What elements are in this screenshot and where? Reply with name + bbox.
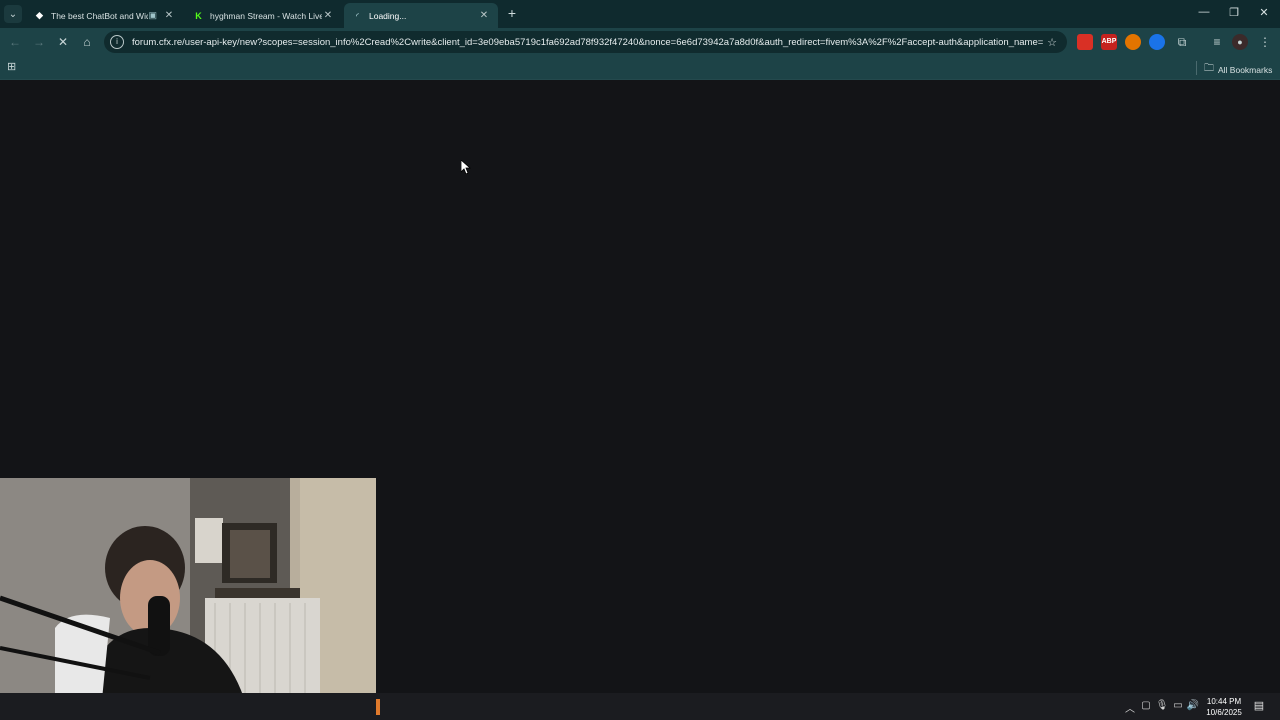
stop-loading-button[interactable]: ✕ bbox=[54, 33, 72, 51]
blue-extension-icon[interactable] bbox=[1149, 34, 1165, 50]
url-text[interactable]: forum.cfx.re/user-api-key/new?scopes=ses… bbox=[132, 37, 1043, 48]
folder-icon: 🗀 bbox=[1204, 63, 1214, 74]
close-icon[interactable]: ✕ bbox=[163, 10, 175, 21]
loading-spinner-icon: ◜ bbox=[356, 12, 359, 20]
tab-loading[interactable]: ◜ Loading... ✕ bbox=[344, 3, 498, 28]
browser-toolbar: ← → ✕ ⌂ i forum.cfx.re/user-api-key/new?… bbox=[0, 28, 1280, 56]
close-icon[interactable]: ✕ bbox=[478, 10, 490, 21]
all-bookmarks-label: All Bookmarks bbox=[1218, 64, 1273, 75]
tab-title: hyghman Stream - Watch Live o bbox=[210, 10, 322, 21]
webcam-overlay bbox=[0, 478, 376, 720]
adblock-plus-icon[interactable]: ABP bbox=[1101, 34, 1117, 50]
forward-button[interactable]: → bbox=[30, 33, 48, 51]
tab-chatbot[interactable]: ◆ The best ChatBot and Widg ▣ ✕ bbox=[26, 3, 183, 28]
kick-logo-icon: K bbox=[195, 10, 202, 21]
menu-kebab-icon[interactable]: ⋮ bbox=[1256, 33, 1274, 51]
clock-time: 10:44 PM bbox=[1206, 697, 1242, 706]
notification-icon[interactable]: ▤ bbox=[1252, 699, 1266, 713]
windows-taskbar: ︿ ▢ 🎙 ▭ 🔊 10:44 PM 10/6/2025 ▤ bbox=[0, 693, 1280, 720]
tab-title: Loading... bbox=[369, 10, 407, 21]
shield-extension-icon[interactable] bbox=[1077, 34, 1093, 50]
tab-strip: ⌄ ◆ The best ChatBot and Widg ▣ ✕ K hygh… bbox=[0, 0, 1280, 28]
all-bookmarks-button[interactable]: 🗀 All Bookmarks bbox=[1204, 61, 1272, 78]
site-info-icon[interactable]: i bbox=[110, 35, 124, 49]
bookmark-star-icon[interactable]: ☆ bbox=[1043, 36, 1061, 49]
restore-button[interactable]: ❐ bbox=[1226, 6, 1242, 19]
tab-search-button[interactable]: ⌄ bbox=[4, 5, 22, 23]
minimize-button[interactable]: — bbox=[1196, 6, 1212, 18]
network-icon[interactable]: ▭ bbox=[1171, 700, 1185, 711]
apps-grid-icon[interactable]: ⊞ bbox=[7, 61, 19, 73]
diamond-icon: ◆ bbox=[36, 10, 43, 20]
microphone-icon[interactable]: 🎙 bbox=[1155, 700, 1169, 711]
close-window-button[interactable]: ✕ bbox=[1256, 6, 1272, 19]
tab-hyghman-stream[interactable]: K hyghman Stream - Watch Live o ✕ bbox=[185, 3, 342, 28]
home-button[interactable]: ⌂ bbox=[78, 33, 96, 51]
volume-icon[interactable]: 🔊 bbox=[1186, 700, 1200, 711]
media-controls-icon[interactable]: ≡ bbox=[1208, 33, 1226, 51]
address-bar[interactable]: i forum.cfx.re/user-api-key/new?scopes=s… bbox=[104, 31, 1067, 53]
back-button[interactable]: ← bbox=[6, 33, 24, 51]
webcam-feed-image bbox=[0, 478, 376, 720]
tab-title: The best ChatBot and Widg bbox=[51, 10, 149, 21]
chevron-up-icon[interactable]: ︿ bbox=[1123, 700, 1137, 715]
clock-date: 10/6/2025 bbox=[1206, 708, 1242, 717]
taskbar-clock[interactable]: 10:44 PM 10/6/2025 bbox=[1200, 696, 1248, 718]
profile-avatar[interactable]: ● bbox=[1232, 34, 1248, 50]
bookmarks-divider bbox=[1196, 61, 1197, 75]
close-icon[interactable]: ✕ bbox=[322, 10, 334, 21]
orange-extension-icon[interactable] bbox=[1125, 34, 1141, 50]
extensions-puzzle-icon[interactable]: ⧉ bbox=[1173, 33, 1191, 51]
bookmarks-bar: ⊞ 🗀 All Bookmarks bbox=[0, 56, 1280, 80]
tab-media-icon[interactable]: ▣ bbox=[148, 10, 157, 21]
device-tray-icon[interactable]: ▢ bbox=[1139, 700, 1153, 711]
chevron-down-icon: ⌄ bbox=[8, 8, 18, 20]
taskbar-active-indicator bbox=[376, 699, 380, 715]
mouse-cursor-icon bbox=[461, 160, 471, 174]
new-tab-button[interactable]: + bbox=[505, 6, 519, 20]
